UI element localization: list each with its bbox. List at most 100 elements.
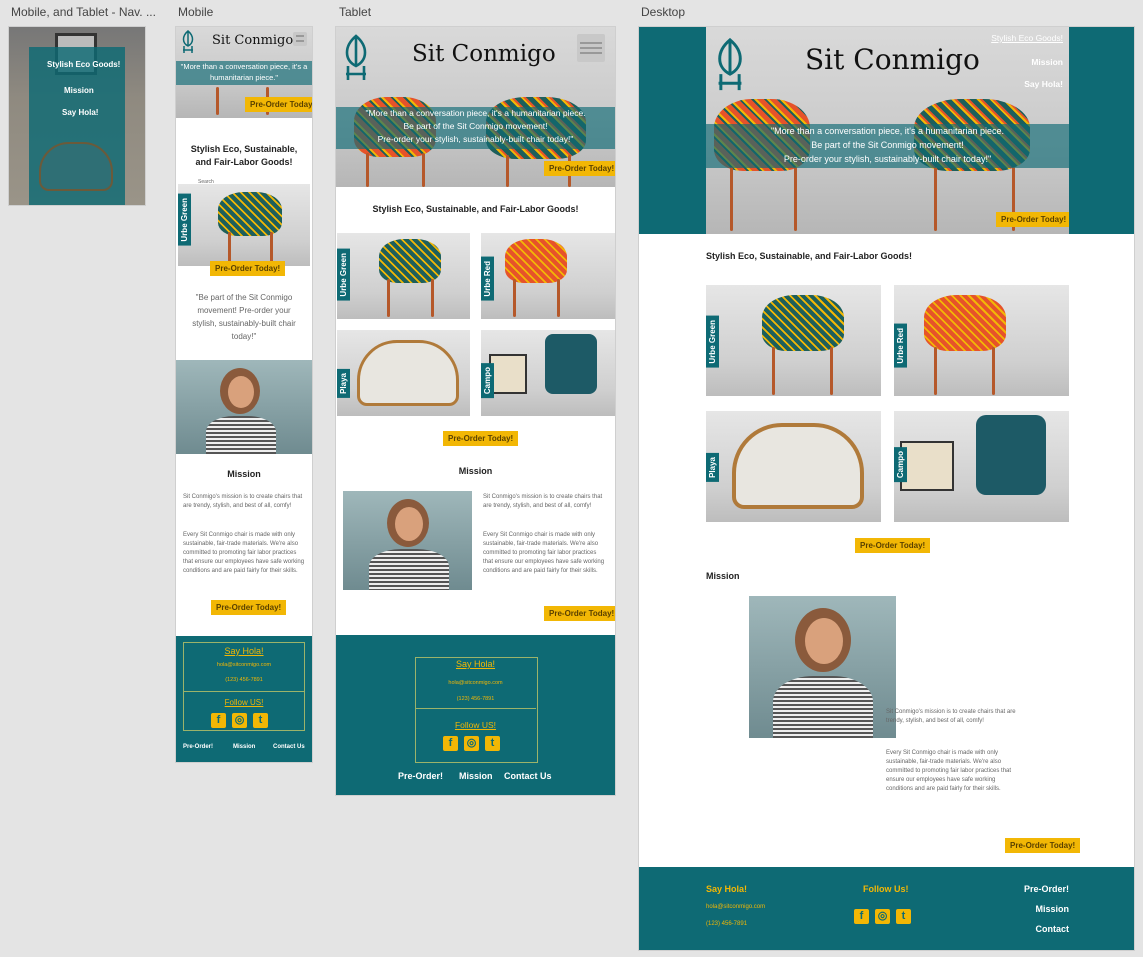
product-label: Urbe Green (337, 249, 350, 301)
instagram-icon[interactable]: ◎ (875, 909, 890, 924)
product-thumb-campo[interactable]: Campo (894, 411, 1069, 522)
social-icons: f ◎ t (211, 713, 268, 728)
product-thumb-urbe-red[interactable]: Urbe Red (481, 233, 615, 319)
brand-title: Sit Conmigo (412, 41, 556, 67)
founder-photo (343, 491, 472, 590)
product-thumb-urbe-green[interactable]: Urbe Green (178, 184, 310, 266)
mission-paragraph-1: Sit Conmigo's mission is to create chair… (483, 494, 603, 509)
hero-quote-line-2: Be part of the Sit Conmigo movement! (811, 140, 964, 150)
hero-quote-line-3: Pre-order your stylish, sustainably-buil… (377, 134, 574, 144)
product-thumb-urbe-green[interactable]: Urbe Green (706, 285, 881, 396)
tumblr-icon[interactable]: t (485, 736, 500, 751)
mission-paragraph-2: Every Sit Conmigo chair is made with onl… (183, 532, 305, 574)
hero-quote-line-3: Pre-order your stylish, sustainably-buil… (783, 154, 992, 164)
email-link[interactable]: hola@sitconmigo.com (706, 904, 765, 910)
instagram-icon[interactable]: ◎ (464, 736, 479, 751)
say-hola-link[interactable]: Say Hola! (706, 884, 747, 894)
product-thumb-playa[interactable]: Playa (337, 330, 470, 416)
pre-order-button[interactable]: Pre-Order Today! (1005, 838, 1081, 853)
facebook-icon[interactable]: f (443, 736, 458, 751)
footer-link-contact[interactable]: Contact (1036, 924, 1070, 934)
follow-link[interactable]: Follow US! (176, 698, 312, 707)
nav-link-goods[interactable]: Stylish Eco Goods! (47, 60, 120, 69)
product-label: Campo (894, 446, 907, 482)
tablet-hero: Sit Conmigo "More than a conversation pi… (336, 27, 615, 187)
product-thumb-campo[interactable]: Campo (481, 330, 615, 416)
mission-paragraph-1: Sit Conmigo's mission is to create chair… (183, 494, 303, 509)
facebook-icon[interactable]: f (211, 713, 226, 728)
footer-link-preorder[interactable]: Pre-Order! (183, 744, 213, 750)
product-label: Urbe Red (894, 324, 907, 368)
phone-text: (123) 456-7891 (456, 696, 495, 702)
footer-link-mission[interactable]: Mission (1035, 904, 1069, 914)
phone-text: (123) 456-7891 (225, 677, 263, 683)
footer-link-contact[interactable]: Contact Us (273, 744, 305, 750)
product-label: Campo (481, 362, 494, 398)
footer-link-preorder[interactable]: Pre-Order! (1024, 884, 1069, 894)
mobile-hero: Sit Conmigo "More than a conversation pi… (176, 27, 312, 118)
tablet-artboard: Sit Conmigo "More than a conversation pi… (336, 27, 615, 795)
social-icons: f ◎ t (443, 736, 500, 751)
footer-link-preorder[interactable]: Pre-Order! (398, 771, 443, 781)
nav-link-goods[interactable]: Stylish Eco Goods! (991, 33, 1063, 43)
mobile-footer: Say Hola! hola@sitconmigo.com (123) 456-… (176, 636, 312, 762)
nav-link-mission[interactable]: Mission (1031, 57, 1063, 67)
desktop-hero: Sit Conmigo Stylish Eco Goods! Mission S… (706, 27, 1069, 234)
chair-logo-icon (182, 30, 194, 53)
follow-link[interactable]: Follow Us! (863, 884, 909, 894)
pre-order-button[interactable]: Pre-Order Today! (855, 538, 931, 553)
email-link[interactable]: hola@sitconmigo.com (176, 662, 312, 668)
say-hola-link[interactable]: Say Hola! (176, 646, 312, 656)
nav-link-say-hola[interactable]: Say Hola! (1024, 79, 1063, 89)
brand-title: Sit Conmigo (805, 43, 980, 76)
footer-link-mission[interactable]: Mission (233, 744, 255, 750)
hero-quote: "More than a conversation piece, it's a … (706, 124, 1069, 168)
mobile-quote: "Be part of the Sit Conmigo movement! Pr… (192, 293, 296, 341)
hero-quote-line-2: Be part of the Sit Conmigo movement! (403, 121, 548, 131)
product-thumb-urbe-green[interactable]: Urbe Green (337, 233, 470, 319)
social-icons: f ◎ t (854, 909, 911, 924)
tumblr-icon[interactable]: t (253, 713, 268, 728)
pre-order-button[interactable]: Pre-Order Today! (211, 600, 287, 615)
say-hola-link[interactable]: Say Hola! (415, 659, 536, 669)
product-label: Urbe Green (178, 194, 191, 246)
brand-title: Sit Conmigo (212, 33, 294, 48)
pre-order-button[interactable]: Pre-Order Today! (210, 261, 286, 276)
follow-link[interactable]: Follow US! (415, 720, 536, 730)
product-thumb-playa[interactable]: Playa (706, 411, 881, 522)
email-link[interactable]: hola@sitconmigo.com (415, 680, 536, 686)
chair-logo-icon (718, 37, 742, 91)
founder-photo (176, 360, 312, 454)
mission-paragraph-2: Every Sit Conmigo chair is made with onl… (886, 750, 1012, 792)
pre-order-button[interactable]: Pre-Order Today! (544, 161, 615, 176)
mobile-artboard: Sit Conmigo "More than a conversation pi… (176, 27, 312, 762)
mission-paragraph-2: Every Sit Conmigo chair is made with onl… (483, 532, 605, 574)
facebook-icon[interactable]: f (854, 909, 869, 924)
product-label: Urbe Green (706, 316, 719, 368)
pre-order-button[interactable]: Pre-Order Today! (443, 431, 519, 446)
artboard-label-mobile: Mobile (178, 5, 214, 19)
footer-link-mission[interactable]: Mission (459, 771, 493, 781)
hamburger-menu-icon[interactable] (293, 32, 307, 46)
pre-order-button[interactable]: Pre-Order Today! (245, 97, 312, 112)
artboard-label-nav: Mobile, and Tablet - Nav. ... (11, 5, 156, 19)
footer-link-contact[interactable]: Contact Us (504, 771, 552, 781)
nav-link-mission[interactable]: Mission (64, 86, 94, 95)
hero-quote: "More than a conversation piece, it's a … (336, 107, 615, 149)
artboard-label-tablet: Tablet (339, 5, 372, 19)
desktop-footer: Say Hola! hola@sitconmigo.com (123) 456-… (639, 867, 1134, 950)
nav-link-say-hola[interactable]: Say Hola! (62, 108, 98, 117)
hero-quote-line-1: "More than a conversation piece, it's a … (365, 108, 586, 118)
product-label: Playa (337, 369, 350, 398)
goods-heading: Stylish Eco, Sustainable, and Fair-Labor… (706, 251, 913, 261)
instagram-icon[interactable]: ◎ (232, 713, 247, 728)
tumblr-icon[interactable]: t (896, 909, 911, 924)
mission-heading: Mission (458, 466, 493, 476)
pre-order-button[interactable]: Pre-Order Today! (544, 606, 615, 621)
nav-artboard: Stylish Eco Goods! Mission Say Hola! (9, 27, 145, 205)
mission-paragraph-1: Sit Conmigo's mission is to create chair… (886, 709, 1016, 724)
product-thumb-urbe-red[interactable]: Urbe Red (894, 285, 1069, 396)
hamburger-menu-icon[interactable] (577, 34, 605, 62)
pre-order-button[interactable]: Pre-Order Today! (996, 212, 1069, 227)
mission-heading: Mission (706, 571, 740, 581)
